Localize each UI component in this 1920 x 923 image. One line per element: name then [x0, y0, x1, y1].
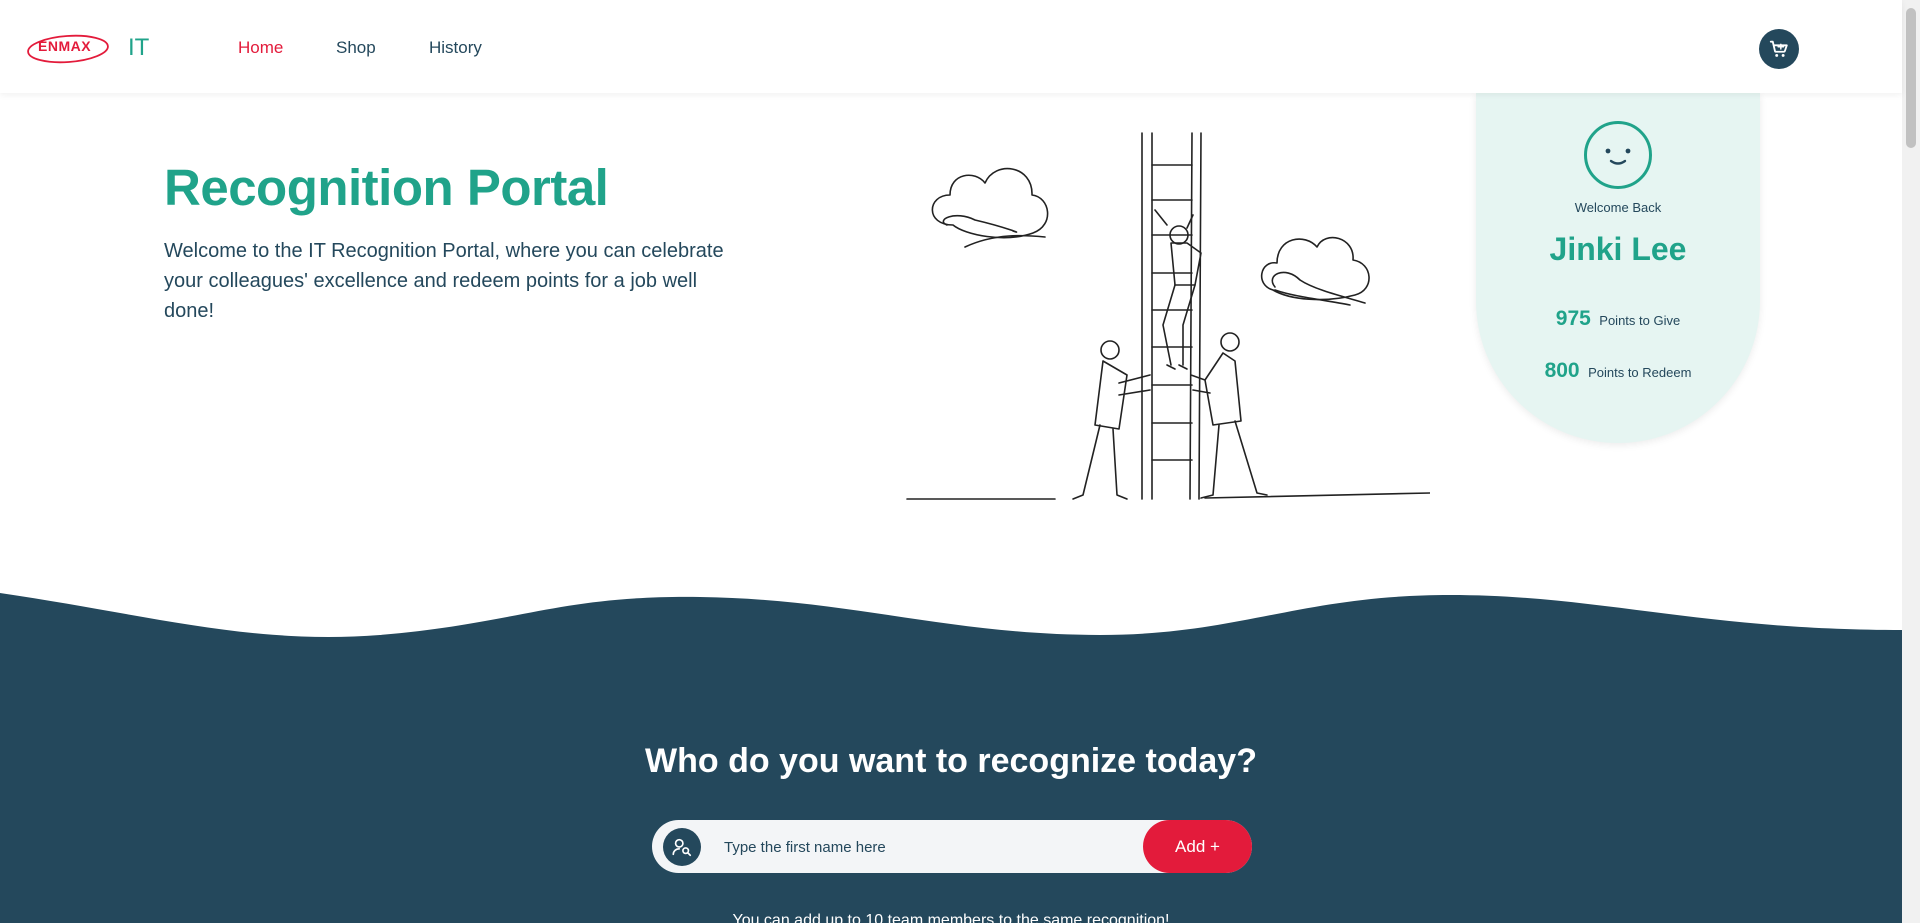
- points-to-redeem-value: 800: [1544, 359, 1580, 382]
- page-scrollbar[interactable]: [1902, 0, 1920, 923]
- add-recipient-button[interactable]: Add +: [1143, 820, 1252, 873]
- points-to-redeem-label: Points to Redeem: [1588, 365, 1692, 380]
- recipient-search-input[interactable]: [724, 833, 1124, 861]
- welcome-label: Welcome Back: [1574, 200, 1662, 215]
- recognize-title: Who do you want to recognize today?: [645, 742, 1257, 780]
- points-to-give: 975 Points to Give: [1476, 307, 1760, 331]
- shopping-cart-icon: [1769, 40, 1788, 57]
- teamwork-ladder-illustration: [906, 132, 1430, 500]
- user-name: Jinki Lee: [1549, 231, 1687, 267]
- points-to-redeem: 800 Points to Redeem: [1476, 359, 1760, 383]
- recipient-limit-hint: You can add up to 10 team members to the…: [732, 912, 1170, 923]
- enmax-logo[interactable]: ENMAX: [26, 32, 114, 66]
- nav-shop[interactable]: Shop: [336, 38, 376, 58]
- nav-home[interactable]: Home: [238, 38, 283, 58]
- cart-button[interactable]: [1759, 29, 1799, 69]
- top-navbar: ENMAX IT Home Shop History: [0, 0, 1902, 93]
- page-title: Recognition Portal: [164, 159, 609, 216]
- scrollbar-thumb[interactable]: [1906, 8, 1916, 148]
- points-to-give-label: Points to Give: [1599, 313, 1681, 328]
- profile-card: Welcome Back Jinki Lee 975 Points to Giv…: [1476, 93, 1760, 443]
- logo-text: ENMAX: [38, 38, 92, 54]
- app-label: IT: [128, 34, 150, 61]
- recipient-search-bar: Add +: [652, 820, 1252, 873]
- points-to-give-value: 975: [1555, 307, 1591, 330]
- nav-history[interactable]: History: [429, 38, 482, 58]
- user-search-icon: [663, 828, 701, 866]
- smiley-face-icon: [1584, 121, 1652, 189]
- hero-description: Welcome to the IT Recognition Portal, wh…: [164, 240, 724, 322]
